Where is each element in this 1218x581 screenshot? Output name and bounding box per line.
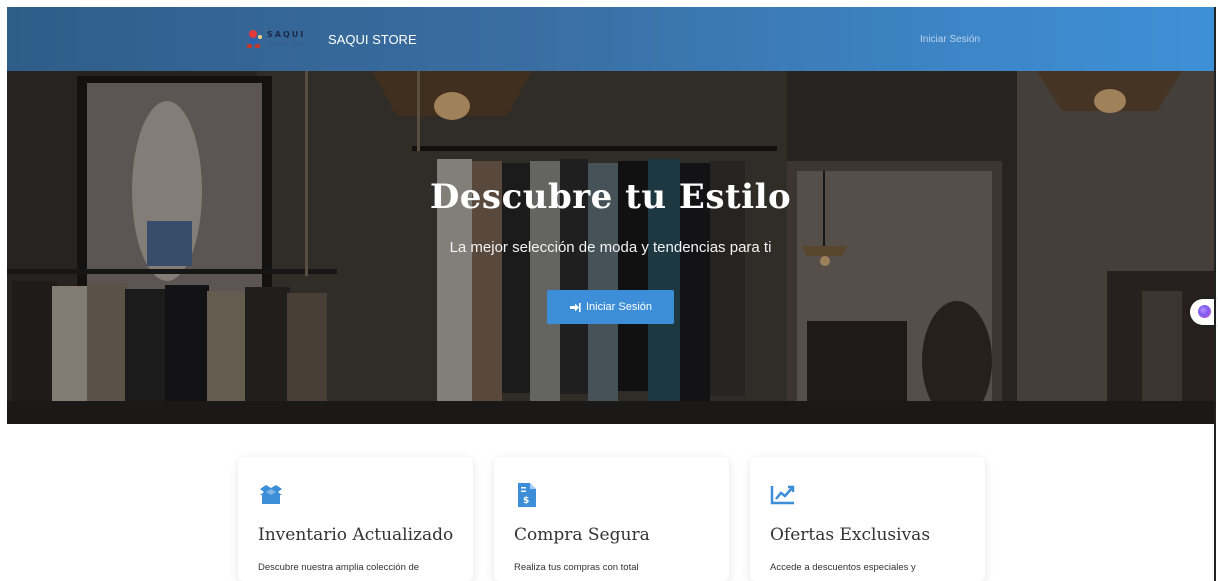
frame-top	[0, 0, 1218, 7]
hero-title: Descubre tu Estilo	[429, 177, 792, 217]
feature-title: Ofertas Exclusivas	[770, 525, 931, 545]
brand-logo[interactable]: SAQUI Ecuador store	[244, 26, 312, 52]
invoice-dollar-icon: $	[518, 483, 536, 507]
navbar: SAQUI Ecuador store SAQUI STORE Iniciar …	[7, 7, 1214, 71]
chart-line-icon	[770, 485, 795, 505]
frame-left	[0, 7, 7, 581]
feature-card-secure: $ Compra Segura Realiza tus compras con …	[494, 457, 729, 581]
feature-description: Descubre nuestra amplia colección de	[258, 562, 420, 573]
assistant-orb-icon	[1198, 305, 1211, 318]
feature-card-offers: Ofertas Exclusivas Accede a descuentos e…	[750, 457, 985, 581]
logo-word: SAQUI	[267, 30, 306, 39]
feature-description: Accede a descuentos especiales y	[770, 562, 916, 573]
feature-title: Compra Segura	[514, 525, 650, 545]
logo-mascot-icon	[247, 30, 262, 48]
logo-subtitle: Ecuador store	[267, 41, 305, 47]
feature-description: Realiza tus compras con total	[514, 562, 639, 573]
hero-banner: Descubre tu Estilo La mejor selección de…	[7, 71, 1214, 424]
feature-title: Inventario Actualizado	[258, 525, 454, 545]
brand-name[interactable]: SAQUI STORE	[328, 32, 417, 47]
frame-right-border	[1214, 7, 1216, 581]
sign-in-icon	[569, 302, 581, 312]
nav-login-link[interactable]: Iniciar Sesión	[920, 34, 980, 45]
feature-card-inventory: Inventario Actualizado Descubre nuestra …	[238, 457, 473, 581]
hero-login-button-label: Iniciar Sesión	[585, 301, 653, 313]
hero-subtitle: La mejor selección de moda y tendencias …	[449, 239, 772, 256]
box-open-icon	[260, 485, 282, 504]
hero-login-button[interactable]: Iniciar Sesión	[547, 290, 674, 324]
browser-viewport: SAQUI Ecuador store SAQUI STORE Iniciar …	[0, 0, 1218, 581]
svg-text:$: $	[523, 496, 529, 506]
